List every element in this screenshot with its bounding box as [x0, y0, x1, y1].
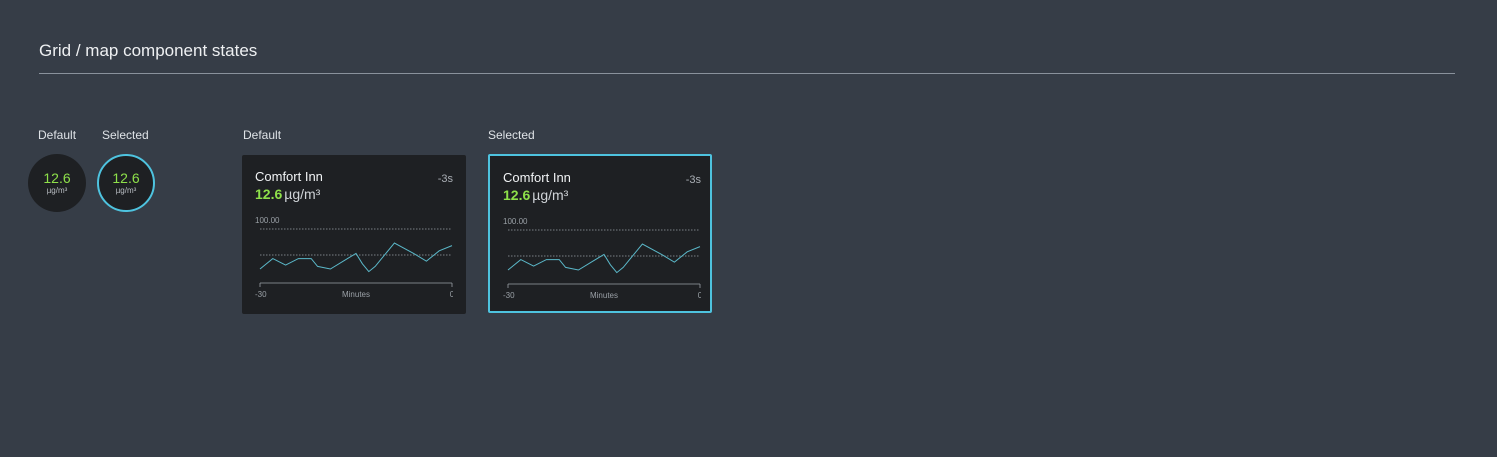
x-axis-label: Minutes — [342, 290, 370, 299]
sensor-reading: 12.6 µg/m³ — [255, 186, 320, 202]
x-axis-label: Minutes — [590, 291, 618, 300]
bubble-value: 12.6 — [43, 170, 71, 186]
bubble-default-label: Default — [38, 128, 77, 142]
sensor-card-default[interactable]: Comfort Inn -3s 12.6 µg/m³ 100.00 -30 0 Minu… — [242, 155, 466, 314]
x-tick-label-left: -30 — [503, 291, 515, 300]
title-divider — [39, 73, 1455, 74]
bubble-unit: µg/m³ — [115, 186, 137, 195]
page-title: Grid / map component states — [39, 41, 258, 60]
reading-value: 12.6 — [255, 186, 283, 202]
series-line — [259, 242, 453, 273]
map-bubble-default[interactable]: 12.6 µg/m³ — [28, 154, 86, 212]
sensor-name: Comfort Inn — [255, 169, 323, 184]
reading-unit: µg/m³ — [284, 186, 321, 202]
x-tick-label-right: 0 — [698, 291, 701, 300]
x-tick-label-right: 0 — [450, 290, 453, 299]
x-tick-label-left: -30 — [255, 290, 267, 299]
sensor-card-selected[interactable]: Comfort Inn -3s 12.6 µg/m³ 100.00 -30 0 Minu… — [488, 154, 712, 313]
reading-value: 12.6 — [503, 187, 531, 203]
sparkline-chart: 100.00 -30 0 Minutes — [503, 217, 701, 300]
y-max-label: 100.00 — [255, 216, 280, 225]
y-max-label: 100.00 — [503, 217, 528, 226]
bubble-selected-label: Selected — [102, 128, 149, 142]
bubble-value: 12.6 — [112, 170, 140, 186]
sensor-name: Comfort Inn — [503, 170, 571, 185]
card-selected-label: Selected — [488, 128, 535, 142]
last-updated: -3s — [437, 173, 453, 185]
card-default-label: Default — [243, 128, 282, 142]
sparkline-chart: 100.00 -30 0 Minutes — [255, 216, 453, 299]
reading-unit: µg/m³ — [532, 187, 569, 203]
series-line — [507, 243, 701, 274]
map-bubble-selected[interactable]: 12.6 µg/m³ — [97, 154, 155, 212]
bubble-unit: µg/m³ — [46, 186, 68, 195]
sensor-reading: 12.6 µg/m³ — [503, 187, 568, 203]
last-updated: -3s — [685, 174, 701, 186]
